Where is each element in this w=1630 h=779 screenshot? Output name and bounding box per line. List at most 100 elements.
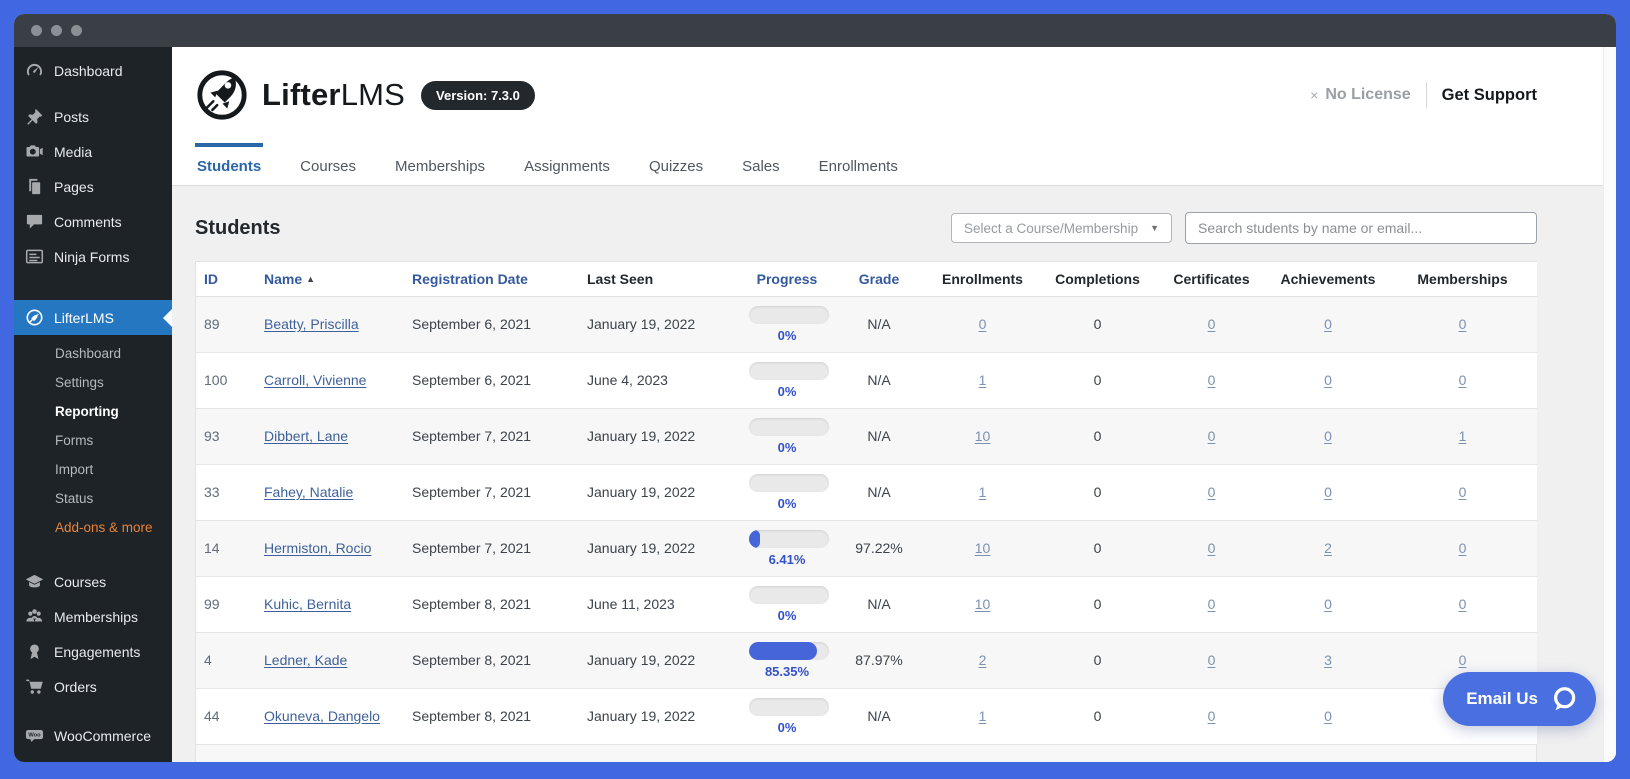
cell-name: Hermiston, Rocio	[256, 519, 404, 576]
get-support-link[interactable]: Get Support	[1442, 86, 1537, 105]
cell-completions: 0	[1040, 351, 1155, 408]
memberships-count-link[interactable]: 0	[1459, 484, 1467, 500]
sidebar-item-woocommerce[interactable]: Woo WooCommerce	[14, 718, 172, 753]
student-name-link[interactable]: Ledner, Kade	[264, 652, 347, 668]
cell-certificates: 0	[1155, 631, 1268, 688]
progress-bar	[749, 529, 829, 548]
column-header-id[interactable]: ID	[196, 262, 256, 297]
sidebar-item-ninja-forms[interactable]: Ninja Forms	[14, 239, 172, 274]
tab-assignments[interactable]: Assignments	[522, 143, 612, 185]
tab-students[interactable]: Students	[195, 143, 264, 185]
sidebar-item-comments[interactable]: Comments	[14, 204, 172, 239]
tab-memberships[interactable]: Memberships	[393, 143, 487, 185]
email-us-beacon-button[interactable]: Email Us	[1443, 672, 1596, 726]
sidebar-item-label: Posts	[54, 108, 90, 125]
submenu-item-settings[interactable]: Settings	[14, 368, 172, 397]
traffic-light-dot[interactable]	[31, 25, 42, 36]
progress-bar	[749, 473, 829, 492]
submenu-item-forms[interactable]: Forms	[14, 426, 172, 455]
column-header-enrollments: Enrollments	[925, 262, 1040, 297]
certificates-count-link[interactable]: 0	[1208, 316, 1216, 332]
achievements-count-link[interactable]: 0	[1324, 316, 1332, 332]
tab-courses[interactable]: Courses	[298, 143, 358, 185]
plugin-masthead: LifterLMS Version: 7.3.0 × No License Ge…	[172, 47, 1616, 143]
cell-progress: 0%	[741, 575, 833, 632]
memberships-count-link[interactable]: 0	[1459, 652, 1467, 668]
sidebar-item-media[interactable]: Media	[14, 134, 172, 169]
course-membership-select[interactable]: Select a Course/Membership ▼	[951, 213, 1172, 243]
enrollments-count-link[interactable]: 10	[975, 596, 991, 612]
sidebar-item-engagements[interactable]: Engagements	[14, 634, 172, 669]
enrollments-count-link[interactable]: 0	[979, 316, 987, 332]
memberships-count-link[interactable]: 0	[1459, 372, 1467, 388]
traffic-light-dot[interactable]	[71, 25, 82, 36]
page-title: Students	[195, 216, 281, 239]
sidebar-item-orders[interactable]: Orders	[14, 669, 172, 704]
achievements-count-link[interactable]: 3	[1324, 652, 1332, 668]
column-header-certificates: Certificates	[1155, 262, 1268, 297]
certificates-count-link[interactable]: 0	[1208, 652, 1216, 668]
achievements-count-link[interactable]: 0	[1324, 372, 1332, 388]
submenu-item-dashboard[interactable]: Dashboard	[14, 339, 172, 368]
enrollments-count-link[interactable]: 10	[975, 428, 991, 444]
traffic-light-dot[interactable]	[51, 25, 62, 36]
cell-grade: N/A	[833, 575, 925, 632]
sidebar-item-dashboard[interactable]: Dashboard	[14, 53, 172, 88]
memberships-count-link[interactable]: 1	[1459, 428, 1467, 444]
certificates-count-link[interactable]: 0	[1208, 708, 1216, 724]
student-search-input[interactable]	[1185, 212, 1537, 244]
scrollbar-track[interactable]	[1603, 47, 1616, 762]
achievements-count-link[interactable]: 0	[1324, 428, 1332, 444]
certificates-count-link[interactable]: 0	[1208, 484, 1216, 500]
enrollments-count-link[interactable]: 1	[979, 708, 987, 724]
submenu-item-reporting[interactable]: Reporting	[14, 397, 172, 426]
submenu-item-import[interactable]: Import	[14, 455, 172, 484]
student-name-link[interactable]: Fahey, Natalie	[264, 484, 353, 500]
no-license-status[interactable]: × No License	[1310, 86, 1411, 104]
cell-grade: 97.22%	[833, 519, 925, 576]
enrollments-count-link[interactable]: 1	[979, 484, 987, 500]
form-icon	[25, 247, 44, 266]
tab-enrollments[interactable]: Enrollments	[817, 143, 900, 185]
sidebar-item-lifterlms[interactable]: LifterLMS	[14, 300, 172, 335]
certificates-count-link[interactable]: 0	[1208, 372, 1216, 388]
progress-label: 0%	[777, 719, 797, 735]
achievements-count-link[interactable]: 0	[1324, 708, 1332, 724]
student-name-link[interactable]: Carroll, Vivienne	[264, 372, 366, 388]
student-name-link[interactable]: Beatty, Priscilla	[264, 316, 359, 332]
tab-sales[interactable]: Sales	[740, 143, 782, 185]
sidebar-item-posts[interactable]: Posts	[14, 99, 172, 134]
student-name-link[interactable]: Okuneva, Dangelo	[264, 708, 380, 724]
submenu-item-add-ons-more[interactable]: Add-ons & more	[14, 513, 172, 542]
cell-certificates: 0	[1155, 351, 1268, 408]
sidebar-item-courses[interactable]: Courses	[14, 564, 172, 599]
cell-achievements: 0	[1268, 351, 1388, 408]
student-name-link[interactable]: Dibbert, Lane	[264, 428, 348, 444]
achievements-count-link[interactable]: 0	[1324, 596, 1332, 612]
achievements-count-link[interactable]: 0	[1324, 484, 1332, 500]
memberships-count-link[interactable]: 0	[1459, 596, 1467, 612]
submenu-item-status[interactable]: Status	[14, 484, 172, 513]
enrollments-count-link[interactable]: 2	[979, 652, 987, 668]
cell-name: Fahey, Natalie	[256, 463, 404, 520]
sidebar-item-products[interactable]: Products	[14, 761, 172, 762]
achievements-count-link[interactable]: 2	[1324, 540, 1332, 556]
cell-achievements: 0	[1268, 575, 1388, 632]
student-name-link[interactable]: Hermiston, Rocio	[264, 540, 371, 556]
column-header-grade[interactable]: Grade	[833, 262, 925, 297]
sidebar-item-memberships[interactable]: Memberships	[14, 599, 172, 634]
certificates-count-link[interactable]: 0	[1208, 428, 1216, 444]
memberships-count-link[interactable]: 0	[1459, 540, 1467, 556]
certificates-count-link[interactable]: 0	[1208, 596, 1216, 612]
sidebar-item-pages[interactable]: Pages	[14, 169, 172, 204]
certificates-count-link[interactable]: 0	[1208, 540, 1216, 556]
column-header-registered[interactable]: Registration Date	[404, 262, 579, 297]
column-header-progress[interactable]: Progress	[741, 262, 833, 297]
student-name-link[interactable]: Kuhic, Bernita	[264, 596, 351, 612]
enrollments-count-link[interactable]: 1	[979, 372, 987, 388]
tab-quizzes[interactable]: Quizzes	[647, 143, 705, 185]
cell-certificates: 0	[1155, 519, 1268, 576]
memberships-count-link[interactable]: 0	[1459, 316, 1467, 332]
column-header-name[interactable]: Name ▲	[256, 262, 404, 297]
enrollments-count-link[interactable]: 10	[975, 540, 991, 556]
